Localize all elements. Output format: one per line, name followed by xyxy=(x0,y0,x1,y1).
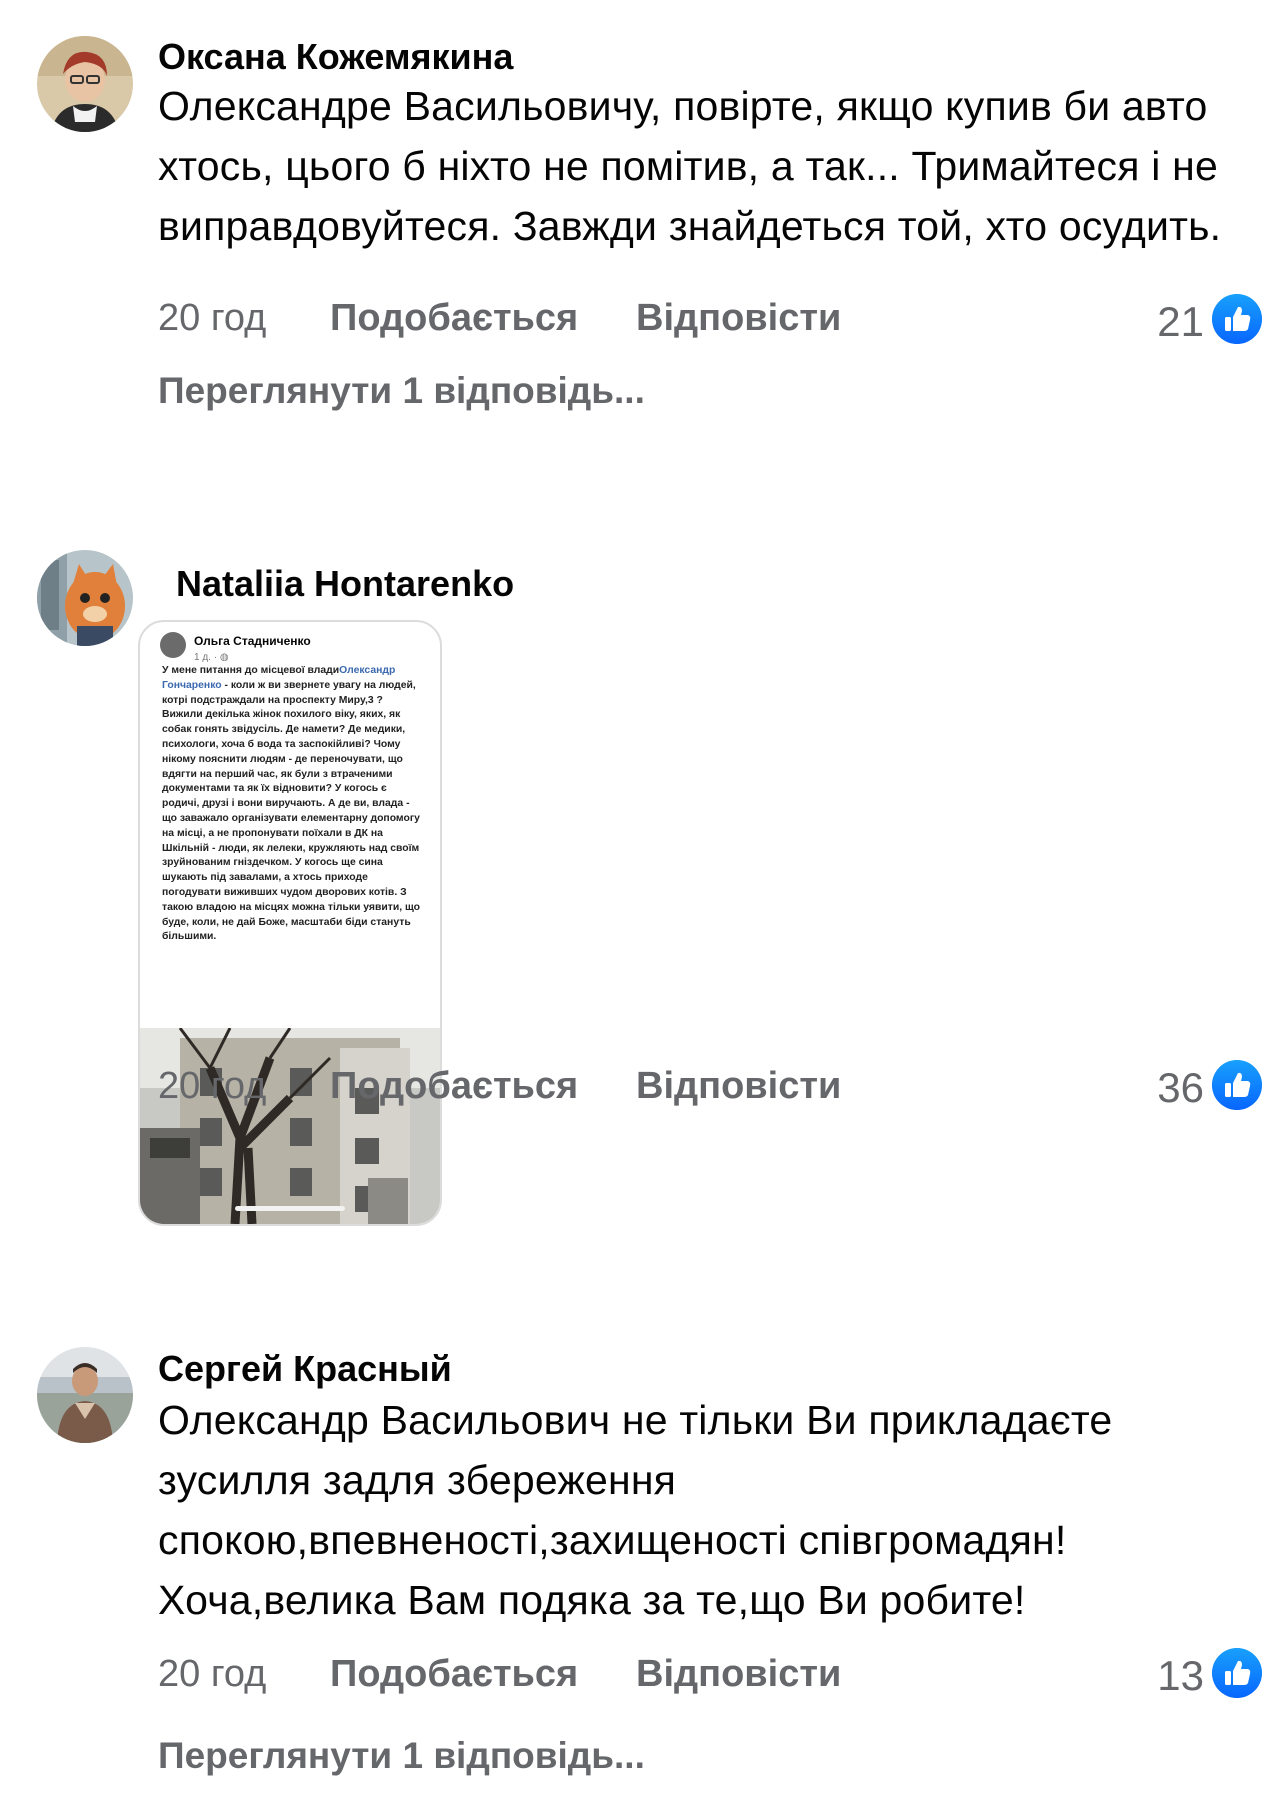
avatar[interactable] xyxy=(37,1347,133,1443)
comment-author[interactable]: Оксана Кожемякина xyxy=(158,36,513,78)
reaction-count: 36 xyxy=(1157,1064,1204,1111)
comment-author[interactable]: Nataliia Hontarenko xyxy=(176,563,514,605)
attachment-author: Ольга Стадниченко xyxy=(194,634,311,648)
avatar[interactable] xyxy=(37,36,133,132)
attachment-meta: 1 д. · ◍ xyxy=(194,652,229,663)
like-reaction-icon xyxy=(1212,294,1262,344)
reply-button[interactable]: Відповісти xyxy=(636,297,841,340)
reaction-count: 21 xyxy=(1157,298,1204,345)
comment-time[interactable]: 20 год xyxy=(158,297,266,340)
comment-actions: 20 год Подобається Відповісти xyxy=(158,1653,858,1703)
image-scroll-indicator xyxy=(235,1206,345,1211)
avatar xyxy=(160,632,186,658)
reply-button[interactable]: Відповісти xyxy=(636,1065,841,1108)
building-photo xyxy=(140,1028,440,1224)
globe-icon: ◍ xyxy=(219,652,229,663)
like-reaction-icon xyxy=(1212,1648,1262,1698)
view-replies-link[interactable]: Переглянути 1 відповідь... xyxy=(158,370,645,412)
like-button[interactable]: Подобається xyxy=(330,1065,578,1108)
reaction-summary[interactable]: 13 xyxy=(1132,1648,1262,1704)
like-button[interactable]: Подобається xyxy=(330,297,578,340)
reaction-summary[interactable]: 21 xyxy=(1132,294,1262,350)
comment-actions: 20 год Подобається Відповісти xyxy=(158,1065,858,1115)
comment-time[interactable]: 20 год xyxy=(158,1065,266,1108)
attachment-text: У мене питання до місцевої владиОлександ… xyxy=(162,665,420,943)
comment-actions: 20 год Подобається Відповісти xyxy=(158,297,858,347)
comment-time[interactable]: 20 год xyxy=(158,1653,266,1696)
view-replies-link[interactable]: Переглянути 1 відповідь... xyxy=(158,1735,645,1777)
reaction-summary[interactable]: 36 xyxy=(1132,1060,1262,1116)
like-reaction-icon xyxy=(1212,1060,1262,1110)
comment-author[interactable]: Сергей Красный xyxy=(158,1348,452,1390)
reply-button[interactable]: Відповісти xyxy=(636,1653,841,1696)
like-button[interactable]: Подобається xyxy=(330,1653,578,1696)
comment-text: Олександр Васильович не тільки Ви прикла… xyxy=(158,1397,1113,1623)
comment-text: Олександре Васильовичу, повірте, якщо ку… xyxy=(158,83,1222,249)
avatar[interactable] xyxy=(37,550,133,646)
comment-attachment-image[interactable]: Ольга Стадниченко 1 д. · ◍ У мене питанн… xyxy=(138,620,442,1226)
reaction-count: 13 xyxy=(1157,1652,1204,1699)
